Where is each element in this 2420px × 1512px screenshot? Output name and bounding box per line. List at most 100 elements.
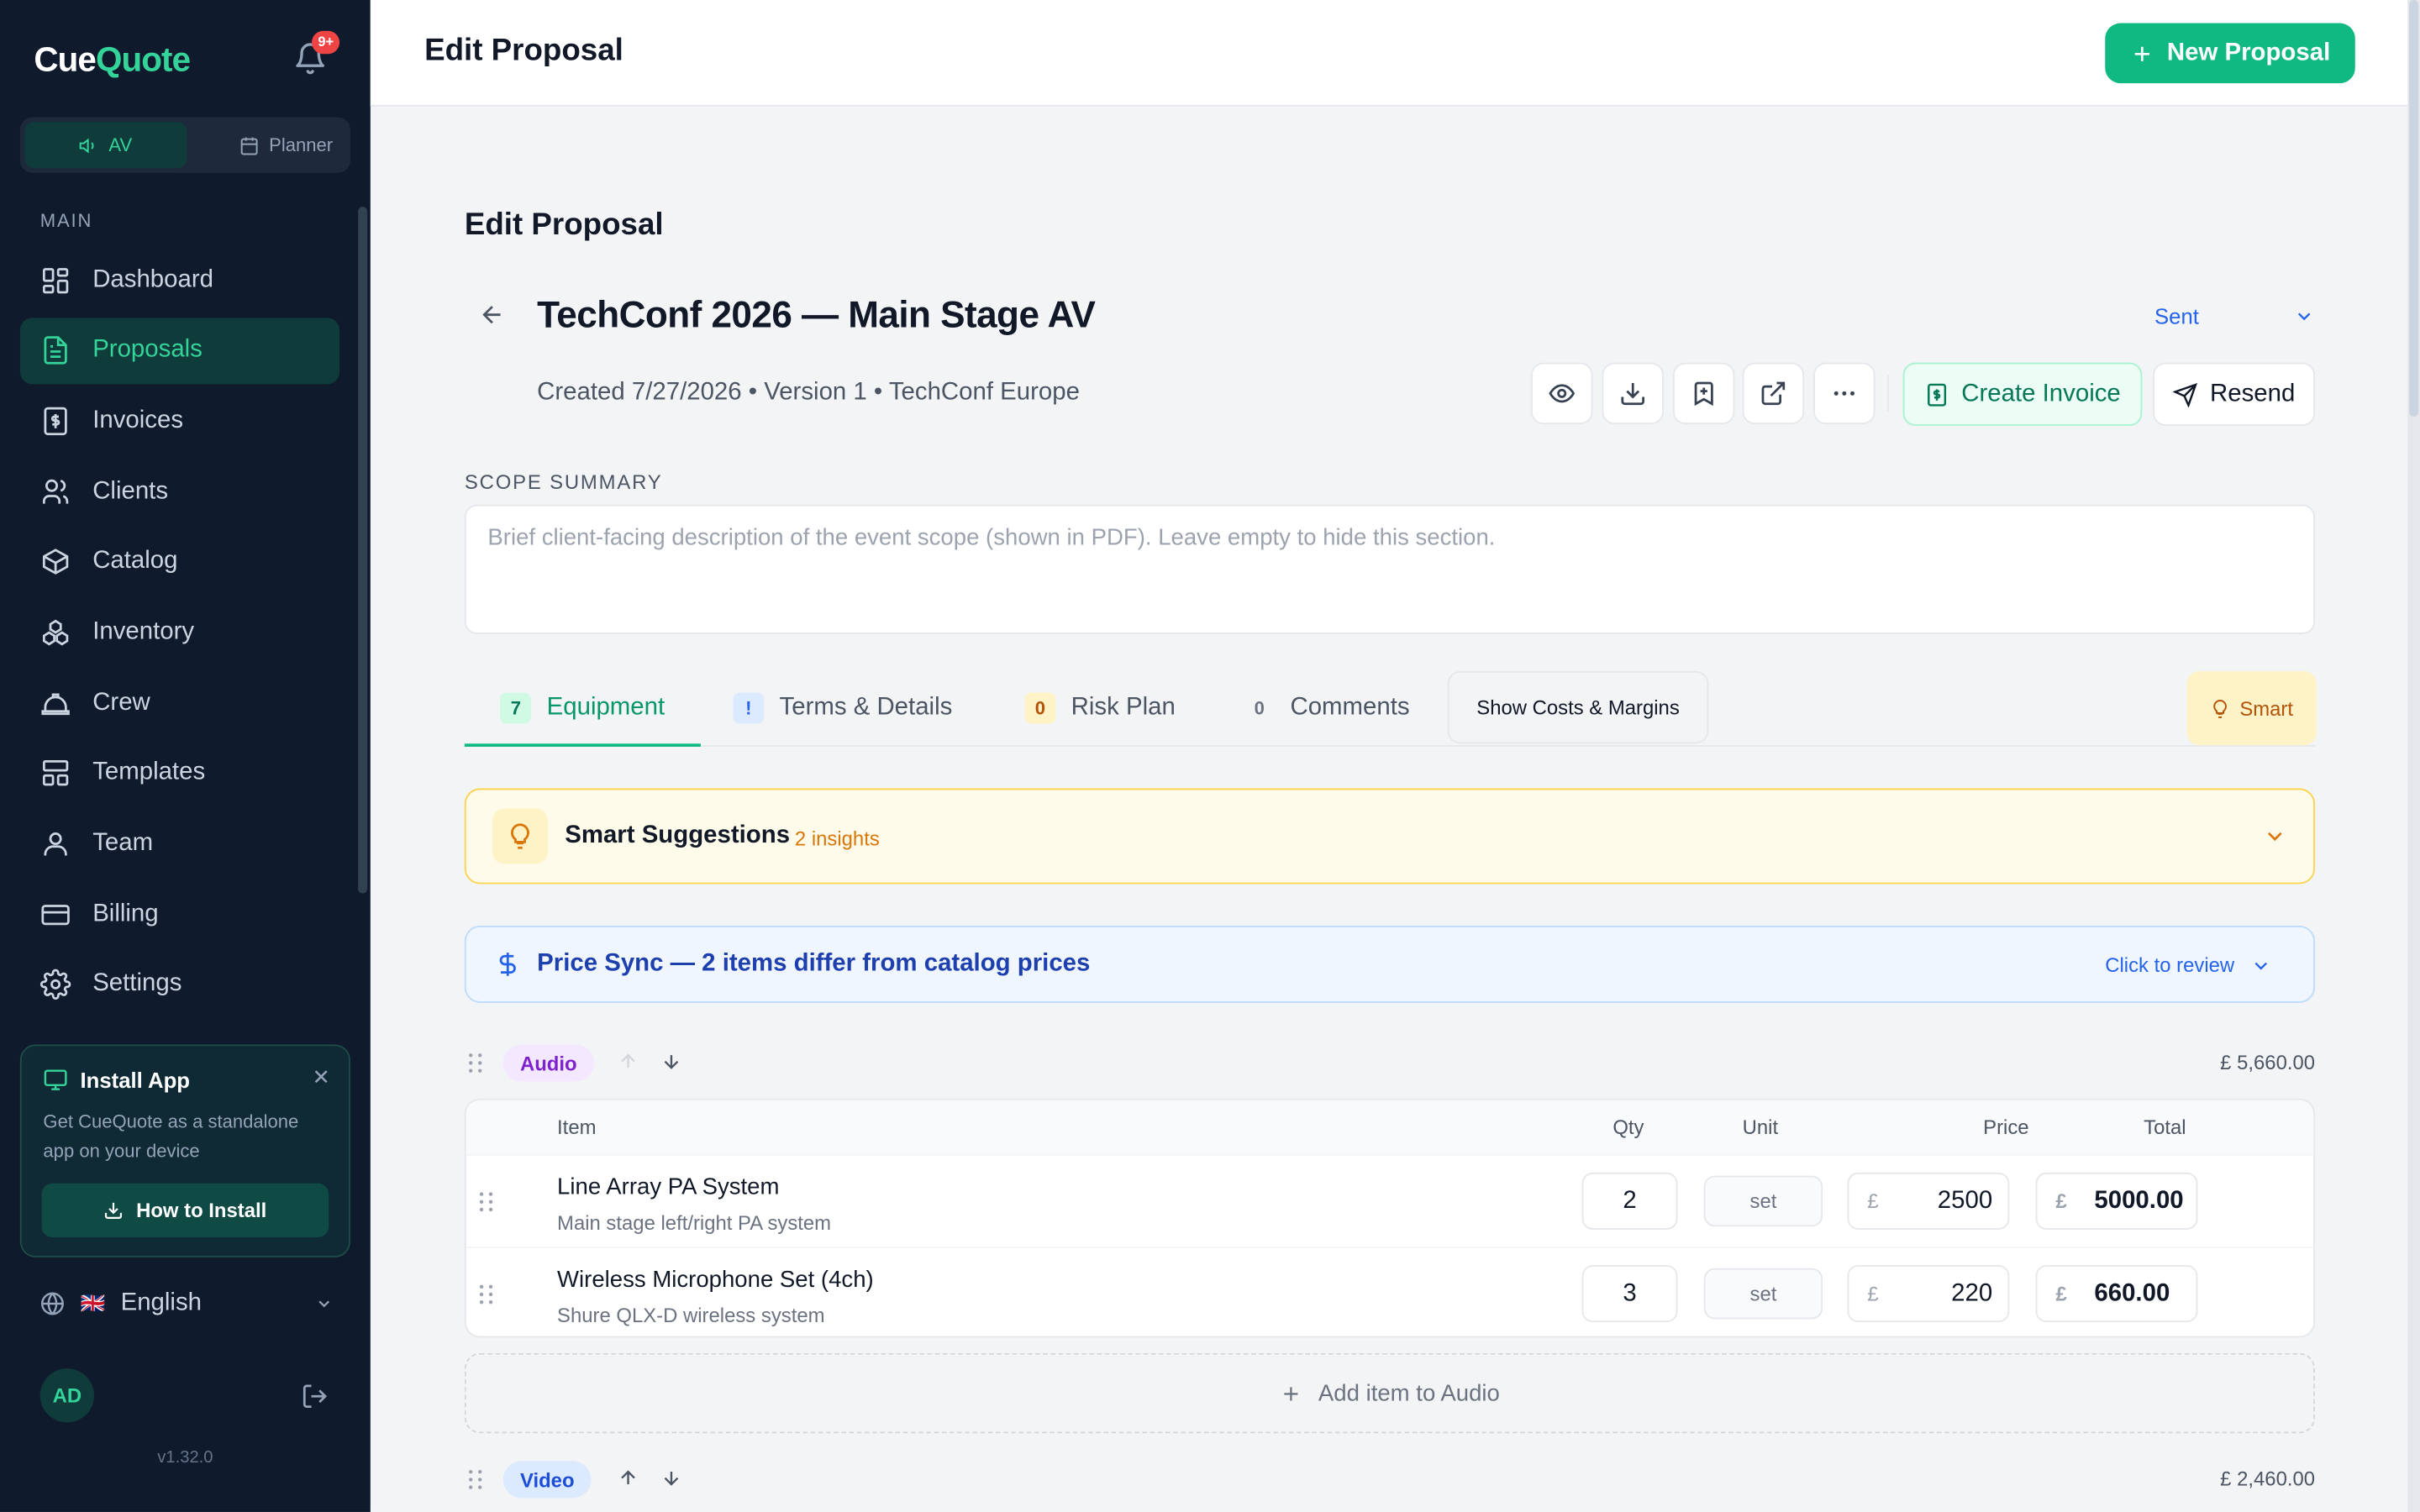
new-proposal-button[interactable]: New Proposal xyxy=(2105,23,2355,84)
create-invoice-button[interactable]: Create Invoice xyxy=(1902,362,2143,426)
status-select[interactable]: Sent xyxy=(2136,299,2315,333)
smart-suggestions-panel[interactable]: Smart Suggestions 2 insights xyxy=(464,788,2316,885)
arrow-down-icon[interactable] xyxy=(660,1467,682,1489)
how-to-install-button[interactable]: How to Install xyxy=(41,1183,329,1238)
back-arrow-icon[interactable] xyxy=(478,301,506,328)
install-app-description: Get CueQuote as a standalone app on your… xyxy=(43,1110,299,1163)
price-sync-banner[interactable]: Price Sync — 2 items differ from catalog… xyxy=(464,926,2316,1003)
scope-summary-input[interactable] xyxy=(464,504,2316,634)
drag-handle-icon[interactable] xyxy=(468,1469,483,1491)
layout-icon xyxy=(42,760,69,786)
language-selector[interactable]: 🇬🇧 English xyxy=(40,1287,334,1320)
price-sync-title: Price Sync — 2 items differ from catalog… xyxy=(537,950,1091,977)
item-name[interactable]: Line Array PA System xyxy=(557,1174,779,1200)
terms-alert-badge: ! xyxy=(733,692,765,724)
group-header-audio: Audio £ 5,660.00 xyxy=(465,1043,2315,1084)
item-description: Shure QLX-D wireless system xyxy=(557,1304,825,1327)
quantity-input[interactable]: 2 xyxy=(1581,1172,1678,1230)
audio-items-table: Item Qty Unit Price Total Line Array PA … xyxy=(464,1098,2316,1338)
flag-icon: 🇬🇧 xyxy=(80,1291,106,1315)
chevron-down-icon[interactable] xyxy=(2263,824,2287,848)
hardhat-icon xyxy=(41,692,70,715)
click-to-review-button[interactable]: Click to review xyxy=(2105,953,2271,977)
column-unit: Unit xyxy=(1742,1115,1779,1139)
main-content: Edit Proposal TechConf 2026 — Main Stage… xyxy=(371,107,2407,1512)
column-item: Item xyxy=(557,1115,597,1139)
avatar[interactable]: AD xyxy=(39,1368,95,1423)
preview-button[interactable] xyxy=(1531,362,1593,425)
total-input[interactable]: £5000.00 xyxy=(2035,1172,2198,1230)
mode-av-button[interactable]: AV xyxy=(24,122,187,169)
more-horizontal-icon xyxy=(1833,391,1854,396)
page-scrollbar[interactable] xyxy=(2407,0,2420,1512)
smart-suggestions-title: Smart Suggestions xyxy=(565,822,791,849)
logout-icon[interactable] xyxy=(301,1383,329,1410)
arrow-down-icon[interactable] xyxy=(660,1051,682,1073)
speaker-icon xyxy=(80,137,95,153)
table-row: Wireless Microphone Set (4ch) Shure QLX-… xyxy=(466,1247,2314,1336)
arrow-up-icon[interactable] xyxy=(618,1467,639,1489)
eye-icon xyxy=(1549,384,1576,403)
sidebar-item-invoices[interactable]: Invoices xyxy=(20,388,339,454)
sidebar-item-proposals[interactable]: Proposals xyxy=(19,317,340,384)
document-icon xyxy=(44,336,67,365)
tab-terms[interactable]: ! Terms & Details xyxy=(733,671,952,745)
sidebar-scrollbar[interactable] xyxy=(358,207,368,894)
price-value: 2500 xyxy=(1937,1188,1993,1215)
proposal-title: TechConf 2026 — Main Stage AV xyxy=(537,294,1096,337)
item-name[interactable]: Wireless Microphone Set (4ch) xyxy=(557,1267,874,1293)
drag-handle-icon[interactable] xyxy=(468,1053,483,1074)
drag-handle-icon[interactable] xyxy=(478,1191,493,1213)
open-external-button[interactable] xyxy=(1742,362,1805,425)
sidebar-nav: Dashboard Proposals Invoices Clients Cat… xyxy=(19,247,340,1022)
more-button[interactable] xyxy=(1813,362,1876,425)
proposal-tabs: 7 Equipment ! Terms & Details 0 Risk Pla… xyxy=(464,670,2317,747)
tab-comments[interactable]: 0 Comments xyxy=(1244,671,1410,745)
receipt-icon xyxy=(1927,382,1946,406)
smart-button[interactable]: Smart xyxy=(2186,670,2317,746)
arrow-up-icon[interactable] xyxy=(618,1051,639,1073)
boxes-icon xyxy=(42,619,69,646)
grid-icon xyxy=(42,267,69,293)
app-logo[interactable]: CueQuote xyxy=(34,40,191,81)
top-bar: Edit Proposal New Proposal xyxy=(370,0,2408,107)
scope-summary-label: SCOPE SUMMARY xyxy=(464,470,663,494)
sidebar-item-templates[interactable]: Templates xyxy=(20,740,339,806)
add-item-audio-button[interactable]: Add item to Audio xyxy=(464,1352,2316,1434)
nav-section-label: MAIN xyxy=(39,209,93,232)
tab-equipment[interactable]: 7 Equipment xyxy=(464,671,701,747)
close-icon[interactable]: ✕ xyxy=(313,1064,331,1090)
drag-handle-icon[interactable] xyxy=(478,1284,493,1305)
sidebar-item-clients[interactable]: Clients xyxy=(20,459,339,525)
sidebar-item-settings[interactable]: Settings xyxy=(20,952,339,1018)
group-tag-audio[interactable]: Audio xyxy=(502,1044,594,1082)
unit-field[interactable]: set xyxy=(1703,1268,1823,1320)
bookmark-plus-icon xyxy=(1694,381,1713,407)
sidebar-item-inventory[interactable]: Inventory xyxy=(20,599,339,665)
resend-button[interactable]: Resend xyxy=(2153,362,2316,426)
tab-risk-plan[interactable]: 0 Risk Plan xyxy=(1024,671,1176,745)
price-input[interactable]: £2500 xyxy=(1847,1172,2010,1230)
quantity-input[interactable]: 3 xyxy=(1581,1265,1678,1323)
mode-planner-button[interactable]: Planner xyxy=(205,122,367,168)
unit-field[interactable]: set xyxy=(1703,1175,1823,1227)
total-input[interactable]: £660.00 xyxy=(2035,1265,2198,1323)
save-template-button[interactable] xyxy=(1672,362,1735,425)
chevron-down-icon xyxy=(318,1300,330,1308)
sidebar-item-catalog[interactable]: Catalog xyxy=(20,529,339,596)
install-app-card: Install App ✕ Get CueQuote as a standalo… xyxy=(19,1044,350,1257)
sidebar-item-team[interactable]: Team xyxy=(20,811,339,877)
download-button[interactable] xyxy=(1602,362,1664,425)
group-tag-video[interactable]: Video xyxy=(502,1461,592,1499)
sidebar-item-crew[interactable]: Crew xyxy=(20,669,339,736)
users-icon xyxy=(42,478,69,503)
notification-badge: 9+ xyxy=(312,30,340,55)
group-total-video: £ 2,460.00 xyxy=(2220,1467,2316,1491)
calendar-icon xyxy=(241,136,259,155)
table-row: Line Array PA System Main stage left/rig… xyxy=(466,1153,2314,1247)
sidebar-item-billing[interactable]: Billing xyxy=(20,881,339,948)
price-input[interactable]: £220 xyxy=(1847,1265,2010,1323)
sidebar-item-dashboard[interactable]: Dashboard xyxy=(20,247,339,313)
app-version: v1.32.0 xyxy=(157,1448,213,1467)
show-costs-margins-button[interactable]: Show Costs & Margins xyxy=(1447,670,1709,744)
